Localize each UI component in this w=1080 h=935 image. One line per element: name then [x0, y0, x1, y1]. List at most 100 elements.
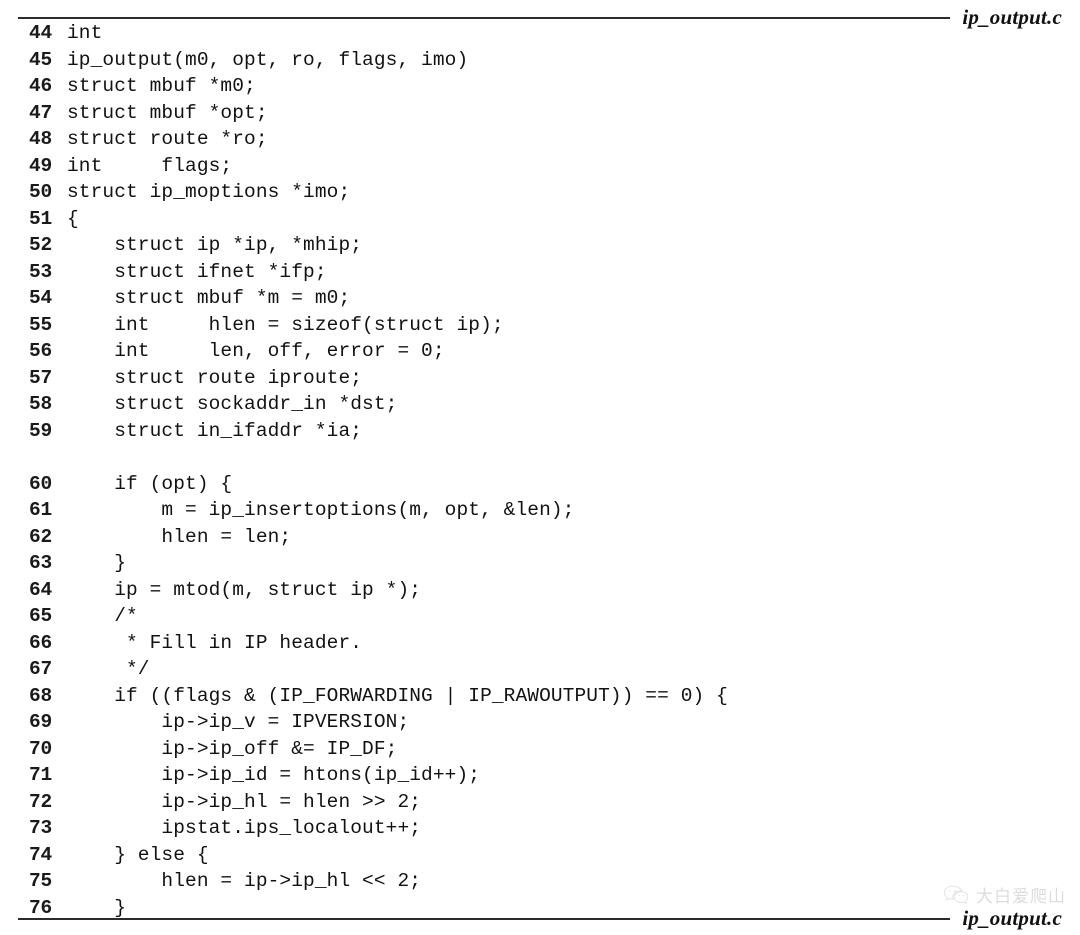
line-number: 44	[29, 22, 53, 44]
line-number: 73	[29, 817, 53, 839]
code-line: 75 hlen = ip->ip_hl << 2;	[0, 868, 1080, 895]
line-number: 69	[29, 711, 53, 733]
line-number: 56	[29, 340, 53, 362]
code-line: 53 struct ifnet *ifp;	[0, 259, 1080, 286]
code-text: struct in_ifaddr *ia;	[67, 419, 363, 442]
line-number: 66	[29, 631, 53, 654]
code-line: 58 struct sockaddr_in *dst;	[0, 391, 1080, 418]
code-line: 47 struct mbuf *opt;	[0, 100, 1080, 127]
code-text: int flags;	[67, 154, 233, 177]
code-text: ip->ip_off &= IP_DF;	[67, 737, 398, 760]
line-number: 63	[29, 552, 53, 574]
code-line: 64 ip = mtod(m, struct ip *);	[0, 577, 1080, 604]
code-text: struct mbuf *m0;	[67, 75, 256, 97]
code-text: hlen = ip->ip_hl << 2;	[67, 870, 422, 892]
code-line: 72 ip->ip_hl = hlen >> 2;	[0, 789, 1080, 816]
code-text: */	[67, 658, 150, 680]
code-line: 55 int hlen = sizeof(struct ip);	[0, 312, 1080, 339]
line-number: 45	[29, 48, 53, 71]
code-text: ip_output(m0, opt, ro, flags, imo)	[67, 48, 469, 71]
line-number: 47	[29, 101, 53, 124]
line-number: 74	[29, 843, 53, 866]
code-line: 51 {	[0, 206, 1080, 233]
code-text: ipstat.ips_localout++;	[67, 817, 422, 839]
line-number: 50	[29, 181, 53, 203]
line-number: 49	[29, 154, 53, 177]
code-line: 71 ip->ip_id = htons(ip_id++);	[0, 762, 1080, 789]
line-number: 52	[29, 234, 53, 256]
line-number: 53	[29, 260, 53, 283]
code-line: 57 struct route iproute;	[0, 365, 1080, 392]
code-line: 48 struct route *ro;	[0, 126, 1080, 153]
running-foot-rule	[18, 918, 951, 920]
code-line: 70 ip->ip_off &= IP_DF;	[0, 736, 1080, 763]
code-line: 45 ip_output(m0, opt, ro, flags, imo)	[0, 47, 1080, 74]
line-number: 68	[29, 684, 53, 707]
code-line: 54 struct mbuf *m = m0;	[0, 285, 1080, 312]
code-text: }	[67, 552, 127, 574]
code-text: int	[67, 22, 103, 44]
line-number: 55	[29, 313, 53, 336]
code-listing: 44 int 45 ip_output(m0, opt, ro, flags, imo…	[0, 20, 1080, 921]
code-line: 44 int	[0, 20, 1080, 47]
line-number: 71	[29, 764, 53, 786]
code-line: 60 if (opt) {	[0, 471, 1080, 498]
line-number: 62	[29, 525, 53, 548]
line-number: 51	[29, 207, 53, 230]
code-line: 73 ipstat.ips_localout++;	[0, 815, 1080, 842]
code-text: ip->ip_hl = hlen >> 2;	[67, 790, 422, 813]
code-text: if (opt) {	[67, 472, 233, 495]
line-number: 57	[29, 366, 53, 389]
code-text: struct mbuf *opt;	[67, 101, 268, 124]
code-text: ip->ip_v = IPVERSION;	[67, 711, 410, 733]
line-number: 58	[29, 393, 53, 415]
code-text: {	[67, 207, 79, 230]
code-line: 61 m = ip_insertoptions(m, opt, &len);	[0, 497, 1080, 524]
code-text: hlen = len;	[67, 525, 292, 548]
code-line: 68 if ((flags & (IP_FORWARDING | IP_RAWO…	[0, 683, 1080, 710]
code-line: 74 } else {	[0, 842, 1080, 869]
code-text: struct ip *ip, *mhip;	[67, 234, 363, 256]
line-number: 67	[29, 658, 53, 680]
code-line: 62 hlen = len;	[0, 524, 1080, 551]
code-text: struct ip_moptions *imo;	[67, 181, 351, 203]
line-number: 72	[29, 790, 53, 813]
code-text: struct ifnet *ifp;	[67, 260, 327, 283]
line-number: 48	[29, 128, 53, 150]
line-number: 70	[29, 737, 53, 760]
code-line: 46 struct mbuf *m0;	[0, 73, 1080, 100]
code-text: struct route iproute;	[67, 366, 363, 389]
code-text: int len, off, error = 0;	[67, 340, 445, 362]
code-text: } else {	[67, 843, 209, 866]
code-line: 50 struct ip_moptions *imo;	[0, 179, 1080, 206]
line-number: 59	[29, 419, 53, 442]
code-line: 66 * Fill in IP header.	[0, 630, 1080, 657]
line-number: 75	[29, 870, 53, 892]
code-text: struct route *ro;	[67, 128, 268, 150]
code-text: struct sockaddr_in *dst;	[67, 393, 398, 415]
code-line: 63 }	[0, 550, 1080, 577]
code-line: 69 ip->ip_v = IPVERSION;	[0, 709, 1080, 736]
code-line: 67 */	[0, 656, 1080, 683]
line-number: 60	[29, 472, 53, 495]
code-line: 56 int len, off, error = 0;	[0, 338, 1080, 365]
line-number: 65	[29, 605, 53, 627]
line-number: 54	[29, 287, 53, 309]
code-text: /*	[67, 605, 138, 627]
running-foot: ip_output.c	[18, 905, 1062, 930]
code-text: ip->ip_id = htons(ip_id++);	[67, 764, 481, 786]
code-line: 52 struct ip *ip, *mhip;	[0, 232, 1080, 259]
line-number: 61	[29, 499, 53, 521]
code-line: 49 int flags;	[0, 153, 1080, 180]
code-text: ip = mtod(m, struct ip *);	[67, 578, 422, 601]
running-foot-filename: ip_output.c	[962, 905, 1062, 930]
code-line: 65 /*	[0, 603, 1080, 630]
line-number: 46	[29, 75, 53, 97]
line-number: 64	[29, 578, 53, 601]
code-text: struct mbuf *m = m0;	[67, 287, 351, 309]
code-text: * Fill in IP header.	[67, 631, 363, 654]
running-head-rule	[18, 17, 951, 19]
page-canvas: ip_output.c 44 int 45 ip_output(m0, opt, ro…	[0, 0, 1080, 935]
code-text: if ((flags & (IP_FORWARDING | IP_RAWOUTP…	[67, 684, 728, 707]
